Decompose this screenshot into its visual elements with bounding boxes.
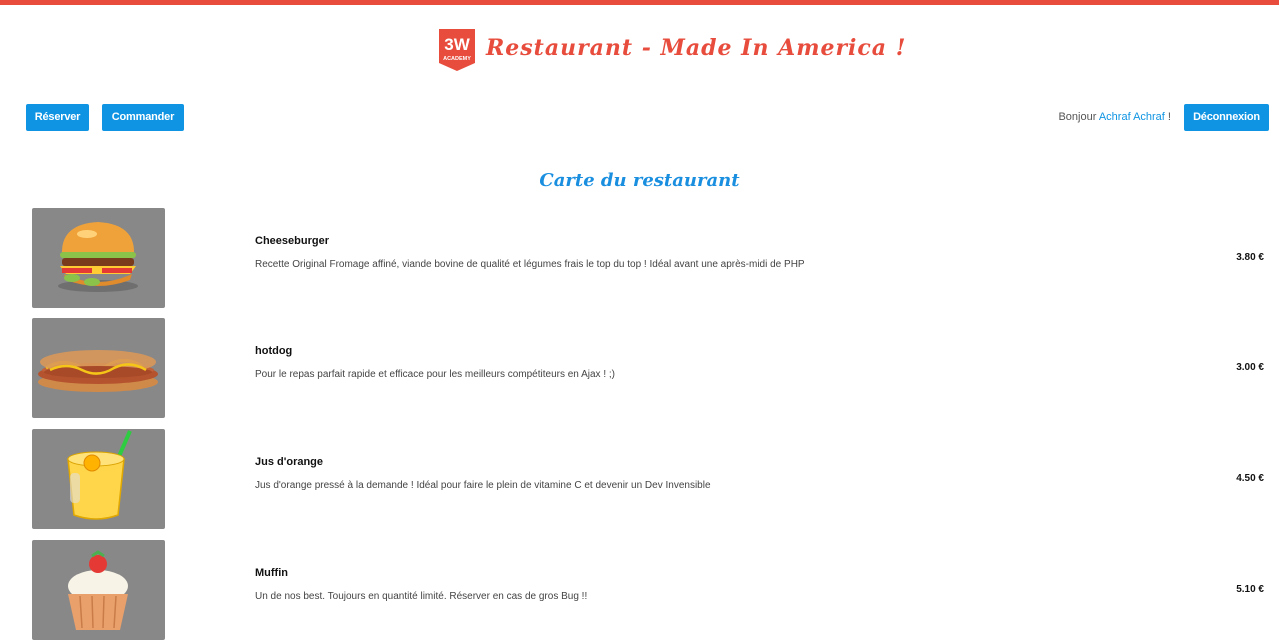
site-title: Restaurant - Made In America !: [486, 35, 907, 61]
menu-item: Cheeseburger Recette Original Fromage af…: [0, 208, 1279, 308]
logo-text: 3W: [444, 35, 470, 54]
menu-item: Jus d'orange Jus d'orange pressé à la de…: [0, 429, 1279, 529]
item-name: Jus d'orange: [255, 456, 324, 468]
greeting-prefix: Bonjour: [1058, 111, 1099, 123]
item-description: Un de nos best. Toujours en quantité lim…: [255, 591, 588, 602]
orange-juice-image: [32, 429, 165, 529]
user-name-link[interactable]: Achraf Achraf: [1099, 111, 1165, 123]
logo-subtext: ACADEMY: [443, 56, 471, 62]
muffin-image: [32, 540, 165, 640]
top-accent-bar: [0, 0, 1279, 5]
item-description: Pour le repas parfait rapide et efficace…: [255, 369, 615, 380]
logout-button[interactable]: Déconnexion: [1184, 104, 1269, 131]
item-name: Muffin: [255, 567, 288, 579]
item-price: 5.10 €: [1236, 584, 1264, 595]
menu-item: Muffin Un de nos best. Toujours en quant…: [0, 540, 1279, 640]
menu-item: hotdog Pour le repas parfait rapide et e…: [0, 318, 1279, 418]
site-header: 3W ACADEMY Restaurant - Made In America …: [0, 29, 1279, 73]
menu-title: Carte du restaurant: [539, 170, 740, 191]
item-description: Jus d'orange pressé à la demande ! Idéal…: [255, 480, 711, 491]
item-description: Recette Original Fromage affiné, viande …: [255, 259, 805, 270]
item-name: hotdog: [255, 345, 293, 357]
hotdog-image: [32, 318, 165, 418]
user-greeting: Bonjour Achraf Achraf !: [1058, 111, 1171, 123]
item-name: Cheeseburger: [255, 235, 329, 247]
item-price: 4.50 €: [1236, 473, 1264, 484]
greeting-suffix: !: [1164, 111, 1171, 123]
item-price: 3.80 €: [1236, 252, 1264, 263]
reserve-button[interactable]: Réserver: [26, 104, 89, 131]
academy-logo[interactable]: 3W ACADEMY: [438, 29, 476, 71]
item-price: 3.00 €: [1236, 362, 1264, 373]
order-button[interactable]: Commander: [102, 104, 184, 131]
burger-image: [32, 208, 165, 308]
